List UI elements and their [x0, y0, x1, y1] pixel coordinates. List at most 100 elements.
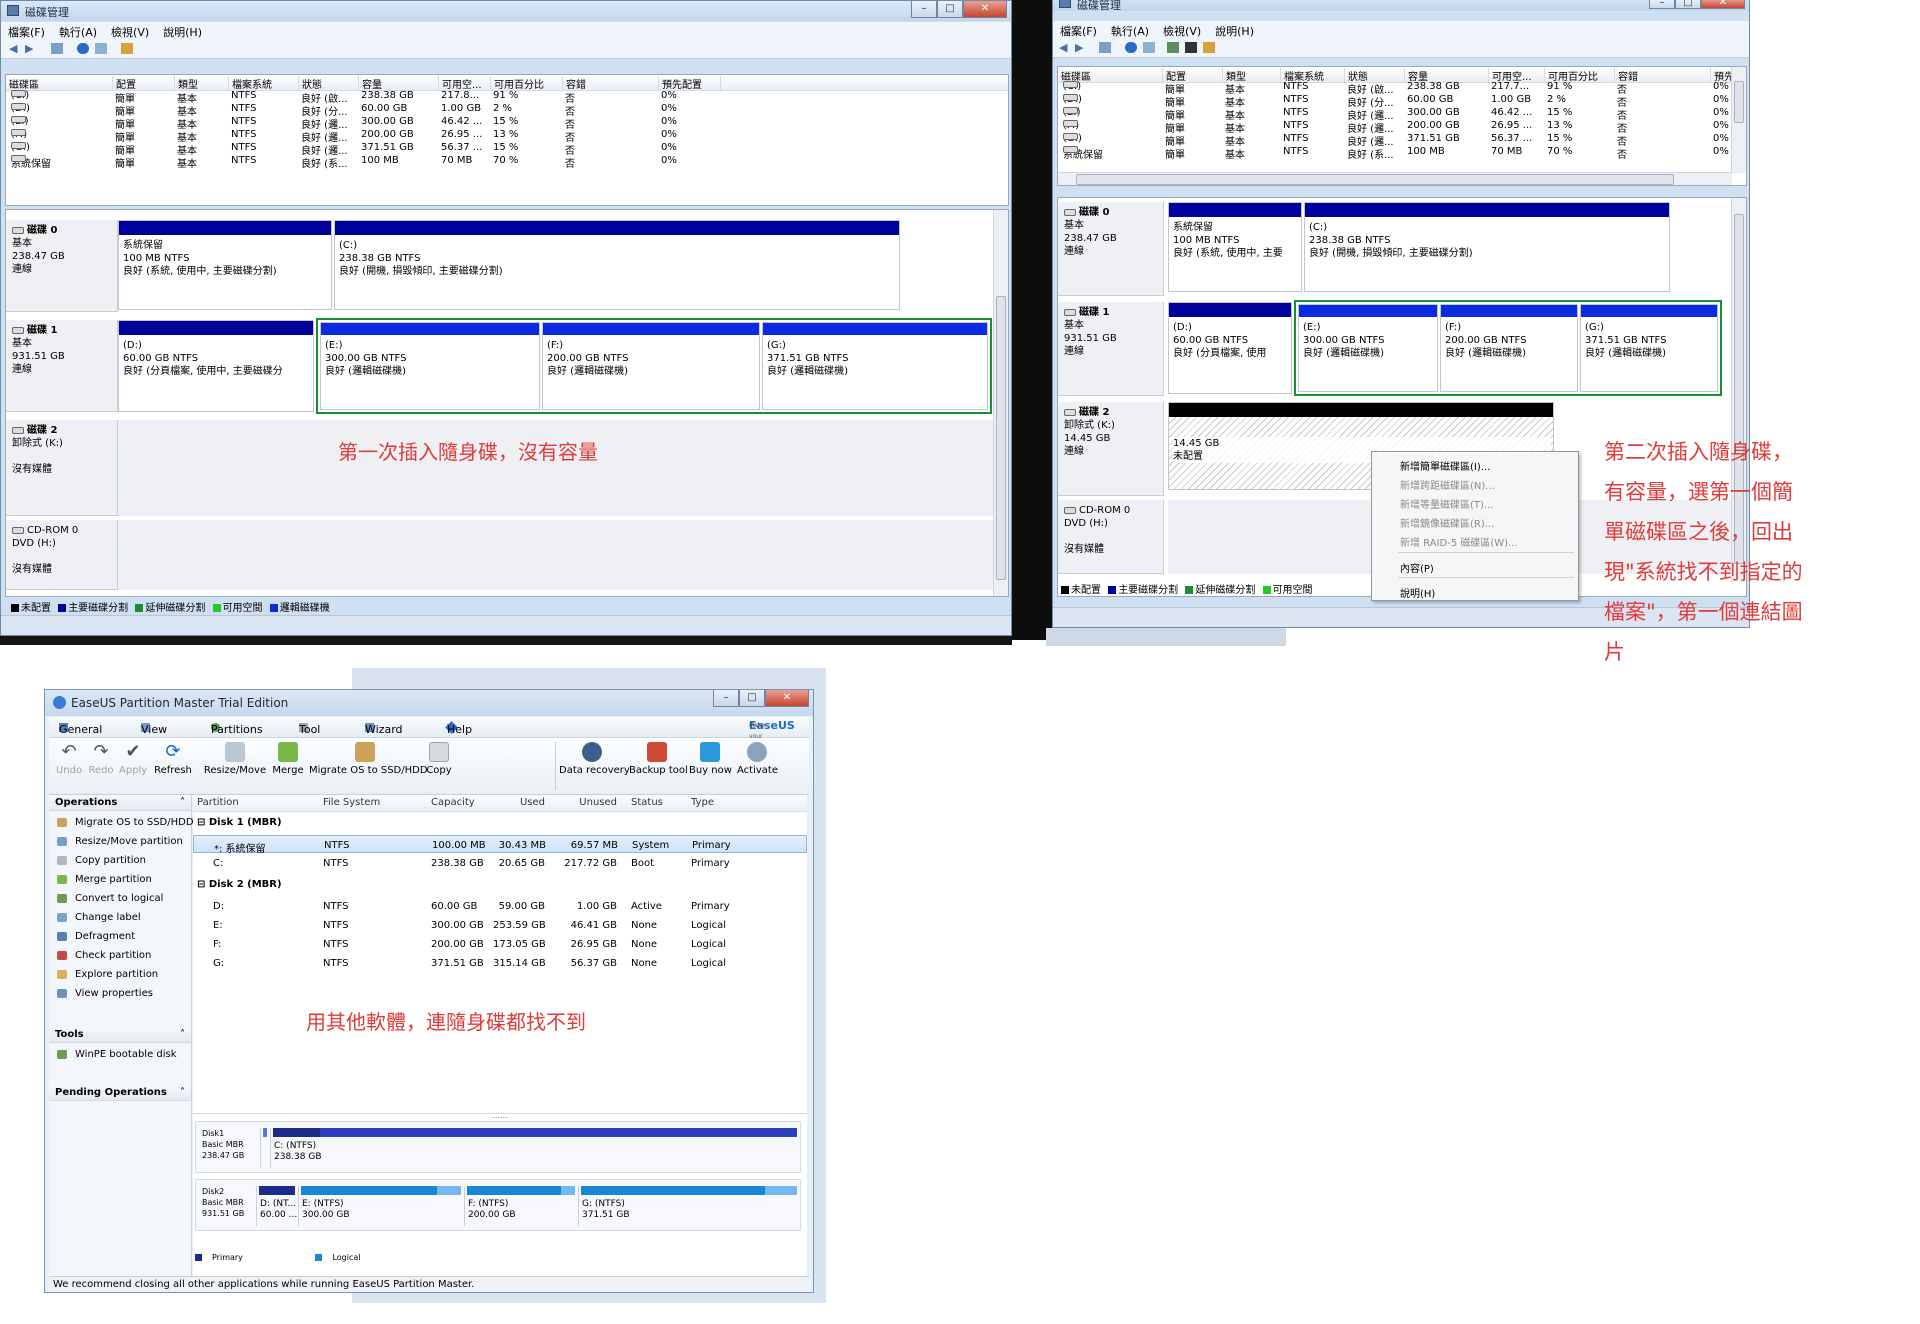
scrollbar-thumb[interactable] — [996, 296, 1006, 580]
merge-button[interactable]: Merge — [271, 742, 305, 776]
sidebar-item-operation[interactable]: Migrate OS to SSD/HDD — [57, 817, 194, 828]
partition-e[interactable]: (E:) 300.00 GB NTFS 良好 (邏輯磁碟機) — [320, 322, 540, 410]
console-icon[interactable] — [1099, 42, 1111, 53]
sidebar-item-operation[interactable]: View properties — [57, 988, 153, 999]
partition-row[interactable]: *: 系統保留 NTFS 100.00 MB 30.43 MB 69.57 MB Syst… — [193, 835, 807, 855]
sidebar-item-operation[interactable]: Resize/Move partition — [57, 836, 183, 847]
refresh-icon[interactable] — [1203, 42, 1215, 53]
sidebar-item-operation[interactable]: Merge partition — [57, 874, 152, 885]
column-layout[interactable]: 配置 — [112, 76, 136, 91]
ctx-new-striped-volume[interactable]: 新增等量磁碟區(T)... — [1400, 496, 1493, 511]
map-partition-f[interactable]: F: (NTFS) 200.00 GB — [464, 1186, 577, 1226]
sidebar-item-operation[interactable]: Explore partition — [57, 969, 158, 980]
column-volume[interactable]: 磁碟區 — [6, 76, 39, 91]
column-unused[interactable]: Unused — [559, 797, 617, 808]
disk-1-label[interactable]: 磁碟 1 基本 931.51 GB 連線 — [1058, 302, 1164, 396]
cdrom-0-label[interactable]: CD-ROM 0 DVD (H:) 沒有媒體 — [6, 520, 118, 590]
disk-2-label[interactable]: 磁碟 2 卸除式 (K:) 沒有媒體 — [6, 420, 118, 516]
column-type[interactable]: 類型 — [174, 76, 198, 91]
volume-row[interactable]: (E:)簡單基本NTFS良好 (邏...300.00 GB46.42 ...15… — [1058, 107, 1746, 122]
disk-0-label[interactable]: 磁碟 0 基本 238.47 GB 連線 — [6, 220, 118, 312]
column-percent-free[interactable]: 可用百分比 — [1544, 68, 1598, 83]
maximize-button[interactable]: □ — [937, 1, 963, 18]
back-arrow-icon[interactable]: ◀ — [9, 43, 21, 54]
properties-icon[interactable] — [1143, 42, 1155, 53]
disk-2-group[interactable]: ⊟ Disk 2 (MBR) — [197, 879, 282, 890]
menu-view[interactable]: 檢視(V) — [104, 22, 156, 40]
help-icon[interactable] — [77, 43, 89, 54]
column-file-system[interactable]: File System — [323, 797, 380, 808]
map-partition-system-reserved[interactable] — [260, 1128, 269, 1168]
close-button[interactable]: ✕ — [1701, 0, 1745, 9]
disk-2-label[interactable]: 磁碟 2 卸除式 (K:) 14.45 GB 連線 — [1058, 402, 1164, 496]
partition-g[interactable]: (G:) 371.51 GB NTFS 良好 (邏輯磁碟機) — [1580, 304, 1718, 392]
column-status[interactable]: 狀態 — [1344, 68, 1368, 83]
sidebar-item-operation[interactable]: Check partition — [57, 950, 151, 961]
column-status[interactable]: Status — [631, 797, 663, 808]
ctx-properties[interactable]: 內容(P) — [1400, 560, 1434, 575]
ctx-help[interactable]: 說明(H) — [1400, 585, 1435, 600]
map-partition-g[interactable]: G: (NTFS) 371.51 GB — [578, 1186, 799, 1226]
sidebar-item-operation[interactable]: Defragment — [57, 931, 135, 942]
menu-view[interactable]: 檢視(V) — [1156, 21, 1208, 39]
resize-move-button[interactable]: Resize/Move — [203, 742, 267, 776]
partition-row[interactable]: E: NTFS 300.00 GB 253.59 GB 46.41 GB None Logi… — [193, 916, 807, 934]
map-partition-e[interactable]: E: (NTFS) 300.00 GB — [298, 1186, 463, 1226]
column-filesystem[interactable]: 檔案系統 — [1280, 68, 1324, 83]
partition-row[interactable]: F: NTFS 200.00 GB 173.05 GB 26.95 GB None Logi… — [193, 935, 807, 953]
volume-row[interactable]: 系統保留 簡單 基本 NTFS 良好 (系... 100 MB 70 MB 70 % 否 0% — [1058, 146, 1746, 161]
redo-button[interactable]: ↷ Redo — [87, 742, 115, 777]
column-free-space[interactable]: 可用空... — [1488, 68, 1532, 83]
menu-help[interactable]: 說明(H) — [156, 22, 209, 40]
sidebar-item-operation[interactable]: Copy partition — [57, 855, 146, 866]
ctx-new-spanned-volume[interactable]: 新增跨距磁碟區(N)... — [1400, 477, 1495, 492]
volume-row[interactable]: (C:)簡單基本NTFS良好 (啟...238.38 GB217.8...91 … — [6, 90, 1008, 105]
partition-f[interactable]: (F:) 200.00 GB NTFS 良好 (邏輯磁碟機) — [542, 322, 760, 410]
ctx-new-mirrored-volume[interactable]: 新增鏡像磁碟區(R)... — [1400, 515, 1494, 530]
column-layout[interactable]: 配置 — [1162, 68, 1186, 83]
column-fault-tolerance[interactable]: 容錯 — [562, 76, 586, 91]
partition-g[interactable]: (G:) 371.51 GB NTFS 良好 (邏輯磁碟機) — [762, 322, 988, 410]
splitter-grip[interactable]: ...... — [193, 1112, 807, 1120]
minimize-button[interactable]: – — [1649, 0, 1675, 9]
rescan-icon[interactable] — [1167, 42, 1179, 53]
volume-row[interactable]: (E:)簡單基本NTFS良好 (邏...300.00 GB46.42 ...15… — [6, 116, 1008, 131]
map-partition-d[interactable]: D: (NT... 60.00 ... — [256, 1186, 297, 1226]
menu-partitions[interactable]: Partitions ▾ — [211, 720, 263, 736]
menu-wizard[interactable]: Wizard ▾ — [365, 720, 403, 736]
minimize-button[interactable]: – — [911, 1, 937, 18]
forward-arrow-icon[interactable]: ▶ — [1075, 42, 1087, 53]
snapshot-icon[interactable] — [1185, 42, 1197, 53]
column-fault-tolerance[interactable]: 容錯 — [1614, 68, 1638, 83]
horizontal-scrollbar[interactable] — [1058, 172, 1732, 185]
pending-section-header[interactable]: Pending Operations ˄ — [49, 1085, 191, 1101]
column-capacity[interactable]: 容量 — [1404, 68, 1428, 83]
sidebar-item-winpe[interactable]: WinPE bootable disk — [57, 1049, 177, 1060]
console-icon[interactable] — [51, 43, 63, 54]
disk-1-label[interactable]: 磁碟 1 基本 931.51 GB 連線 — [6, 320, 118, 412]
copy-button[interactable]: Copy — [423, 742, 455, 776]
volume-row[interactable]: 系統保留 簡單 基本 NTFS 良好 (系... 100 MB 70 MB 70 % 否 0% — [6, 155, 1008, 170]
column-filesystem[interactable]: 檔案系統 — [228, 76, 272, 91]
vertical-scrollbar[interactable] — [993, 210, 1008, 596]
disk-map-disk1[interactable]: Disk1 Basic MBR 238.47 GB C: (NTFS) 238.38 … — [195, 1121, 801, 1173]
partition-row[interactable]: D: NTFS 60.00 GB 59.00 GB 1.00 GB Active Prima… — [193, 897, 807, 915]
column-capacity[interactable]: Capacity — [431, 797, 475, 808]
activate-button[interactable]: Activate — [737, 742, 778, 776]
refresh-button[interactable]: ⟳ Refresh — [153, 742, 193, 777]
ctx-new-raid5-volume[interactable]: 新增 RAID-5 磁碟區(W)... — [1400, 534, 1518, 549]
vertical-scrollbar[interactable] — [1731, 67, 1746, 173]
partition-d[interactable]: (D:) 60.00 GB NTFS 良好 (分頁檔案, 使用中, 主要磁碟分 — [118, 320, 314, 412]
operations-section-header[interactable]: Operations ˄ — [49, 795, 191, 811]
map-partition-c[interactable]: C: (NTFS) 238.38 GB — [270, 1128, 799, 1168]
partition-c[interactable]: (C:) 238.38 GB NTFS 良好 (開機, 損毀傾印, 主要磁碟分割) — [1304, 202, 1670, 292]
maximize-button[interactable]: □ — [739, 690, 765, 707]
partition-e[interactable]: (E:) 300.00 GB NTFS 良好 (邏輯磁碟機) — [1298, 304, 1438, 392]
sidebar-item-operation[interactable]: Convert to logical — [57, 893, 163, 904]
apply-button[interactable]: ✔ Apply — [119, 742, 147, 777]
column-percent-free[interactable]: 可用百分比 — [490, 76, 544, 91]
ctx-new-simple-volume[interactable]: 新增簡單磁碟區(I)... — [1400, 458, 1490, 473]
volume-row[interactable]: (F:)簡單基本NTFS良好 (邏...200.00 GB26.95 ...13… — [6, 129, 1008, 144]
migrate-os-button[interactable]: Migrate OS to SSD/HDD — [309, 742, 428, 776]
sidebar-item-operation[interactable]: Change label — [57, 912, 141, 923]
